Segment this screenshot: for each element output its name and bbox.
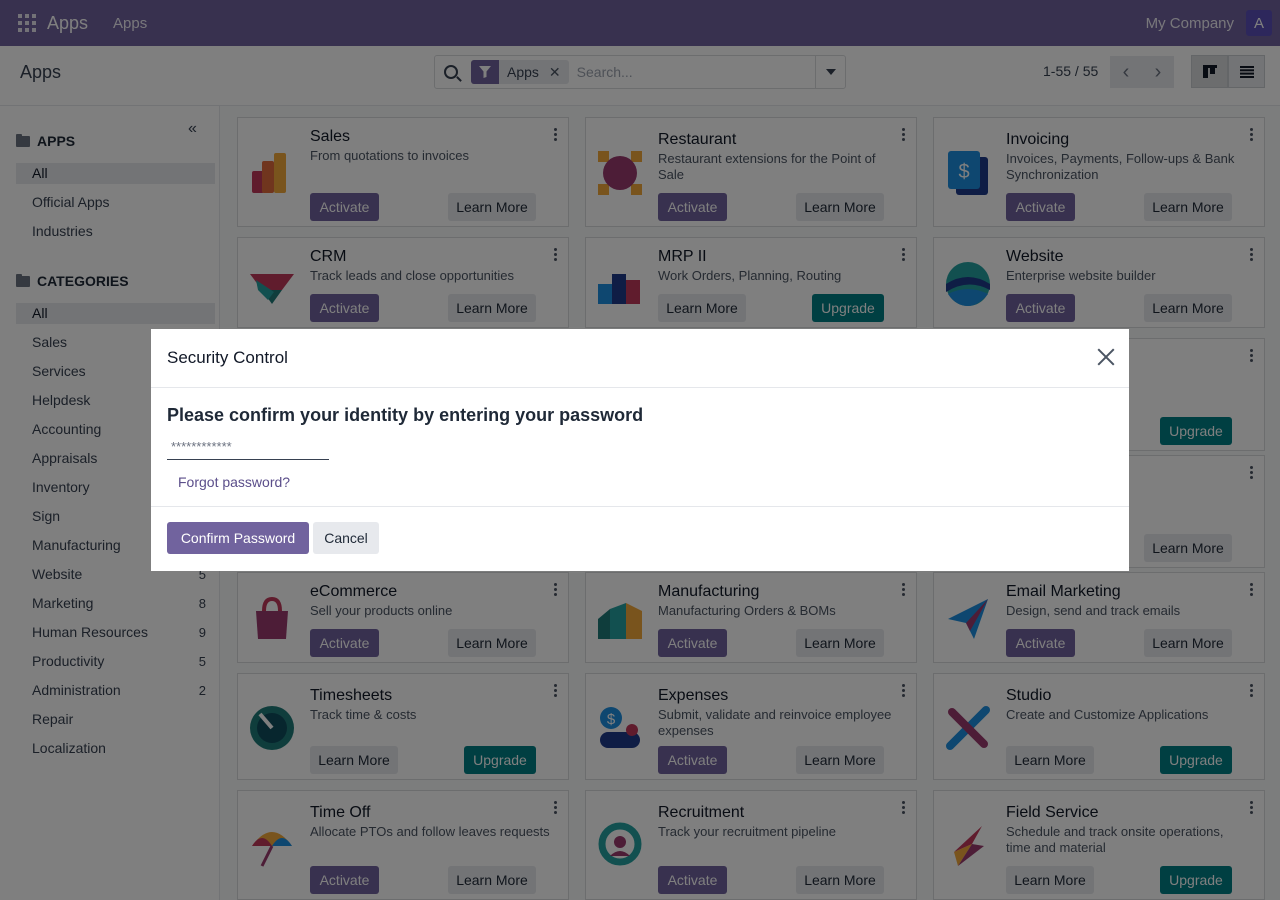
dialog-question: Please confirm your identity by entering…	[167, 405, 644, 425]
dialog-title: Security Control	[167, 348, 288, 367]
password-field[interactable]	[167, 434, 329, 460]
dialog-header: Security Control	[151, 329, 1129, 388]
cancel-button[interactable]: Cancel	[313, 522, 379, 554]
dialog-footer: Confirm Password Cancel	[151, 506, 1129, 571]
close-icon[interactable]	[1097, 348, 1115, 366]
security-control-dialog: Security Control Please confirm your ide…	[151, 329, 1129, 571]
forgot-password-link[interactable]: Forgot password?	[178, 474, 290, 490]
confirm-password-button[interactable]: Confirm Password	[167, 522, 309, 554]
